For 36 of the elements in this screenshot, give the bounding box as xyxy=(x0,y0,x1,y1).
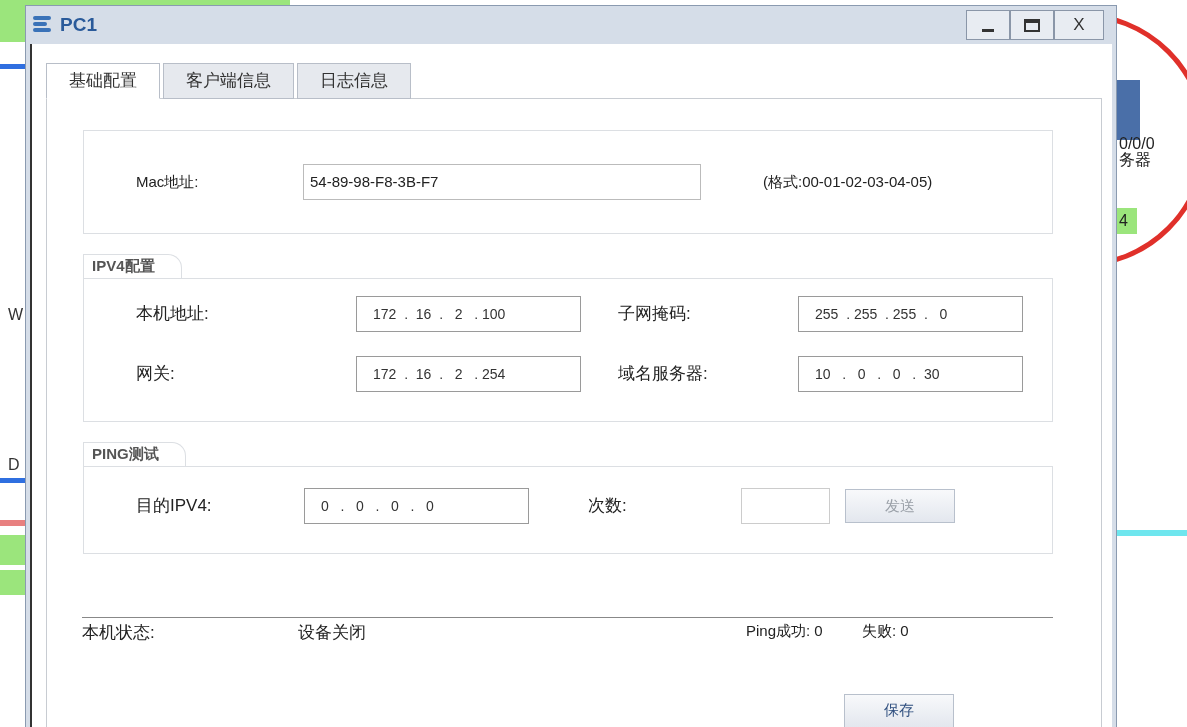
maximize-icon xyxy=(1024,18,1040,32)
field-label: 域名服务器: xyxy=(617,363,709,386)
tab[interactable]: 日志信息 xyxy=(297,63,411,99)
diagram-label: D xyxy=(8,455,20,475)
ip-address-field[interactable]: 172 . 16 . 2 . 254 xyxy=(356,356,581,392)
ping-success-count: Ping成功: 0 xyxy=(746,621,824,641)
close-button[interactable]: X xyxy=(1054,10,1104,40)
field-label: 目的IPV4: xyxy=(136,495,213,518)
tab[interactable]: 基础配置 xyxy=(46,63,160,99)
maximize-button[interactable] xyxy=(1010,10,1054,40)
ping-failure-count: 失败: 0 xyxy=(862,621,909,641)
window-title: PC1 xyxy=(60,12,97,37)
minimize-button[interactable] xyxy=(966,10,1010,40)
diagram-label: 4 xyxy=(1119,211,1128,231)
ip-address-field[interactable]: 255 . 255 . 255 . 0 xyxy=(798,296,1023,332)
mac-field[interactable]: 54-89-98-F8-3B-F7 xyxy=(303,164,701,200)
field-label: Mac地址: xyxy=(136,171,200,192)
field-label: 次数: xyxy=(588,495,628,518)
status-label: 本机状态: xyxy=(82,622,156,644)
field-label: 本机地址: xyxy=(136,303,210,326)
format-hint: (格式:00-01-02-03-04-05) xyxy=(763,171,933,192)
diagram-label: W xyxy=(8,305,24,325)
field-label: 子网掩码: xyxy=(617,303,692,326)
minimize-icon xyxy=(982,29,994,32)
status-value: 设备关闭 xyxy=(298,622,367,644)
section-title: IPV4配置 xyxy=(83,254,182,278)
count-field[interactable] xyxy=(741,488,830,524)
ip-address-field[interactable]: 10 . 0 . 0 . 30 xyxy=(798,356,1023,392)
diagram-label: 0/0/0 xyxy=(1119,134,1155,152)
save-button[interactable]: 保存 xyxy=(844,693,954,727)
diagram-label: 务器 xyxy=(1119,150,1151,170)
ip-address-field[interactable]: 172 . 16 . 2 . 100 xyxy=(356,296,581,332)
field-label: 网关: xyxy=(136,363,176,386)
ip-address-field[interactable]: 0 . 0 . 0 . 0 xyxy=(304,488,529,524)
section-title: PING测试 xyxy=(83,442,186,466)
tab[interactable]: 客户端信息 xyxy=(163,63,294,99)
